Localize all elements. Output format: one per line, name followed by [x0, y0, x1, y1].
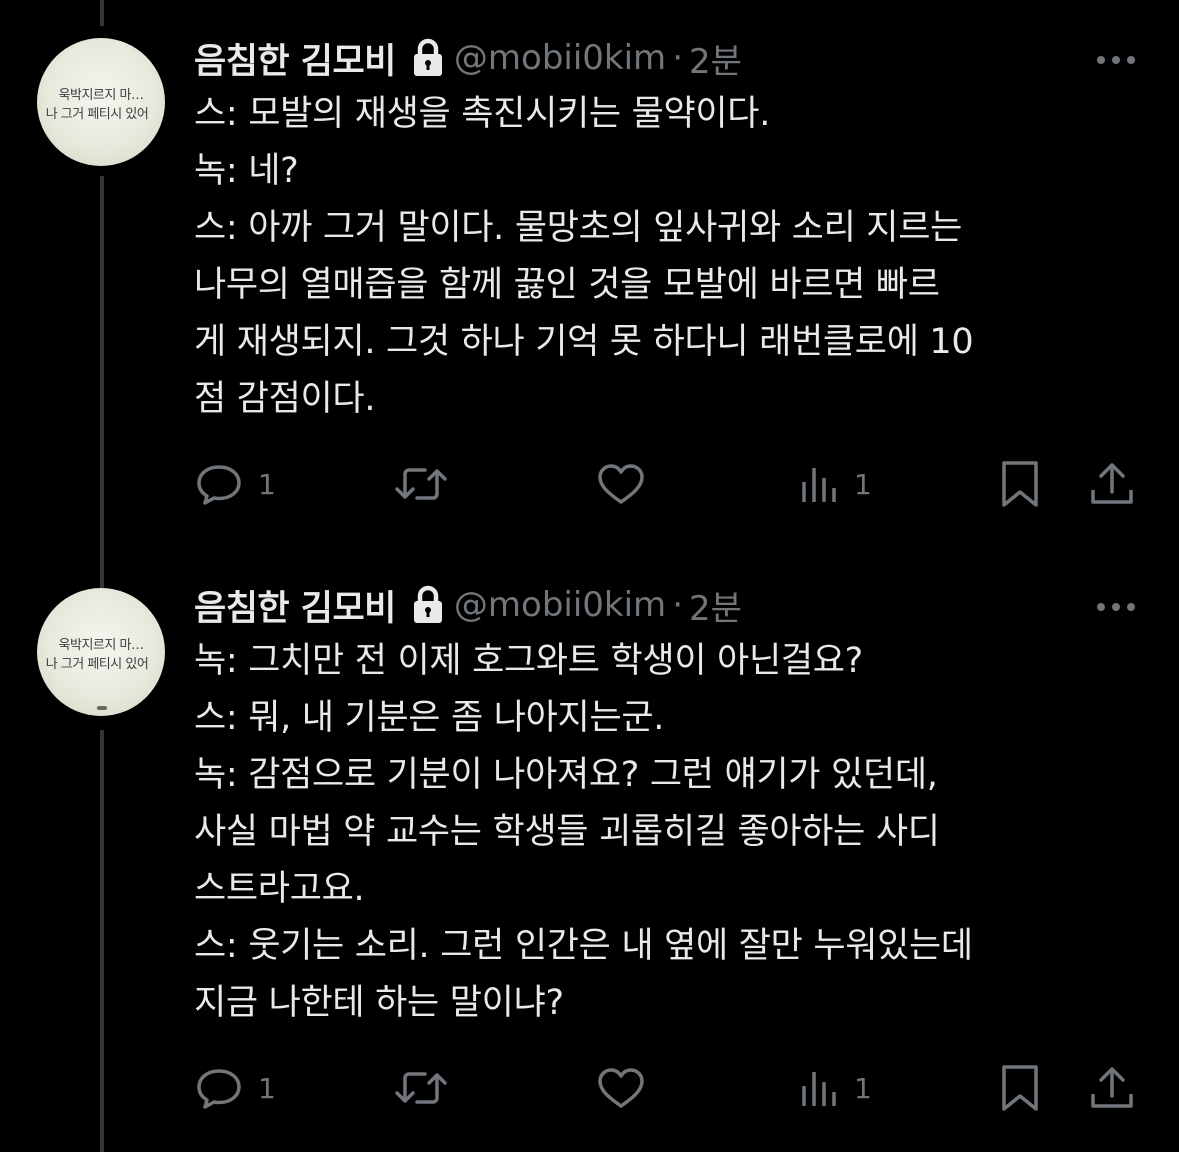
text-line: 스: 웃기는 소리. 그런 인간은 내 옆에 잘만 누워있는데	[194, 926, 973, 966]
display-name[interactable]: 음침한 김모비	[194, 580, 396, 631]
text-line: 스: 아까 그거 말이다. 물망초의 잎사귀와 소리 지르는	[194, 208, 962, 248]
retweet-button[interactable]	[393, 1058, 449, 1118]
avatar[interactable]: 욱박지르지 마… 나 그거 페티시 있어	[37, 588, 165, 716]
share-button[interactable]	[1088, 1058, 1136, 1118]
tweet-text: 스: 모발의 재생을 촉진시키는 물약이다. 녹: 네? 스: 아까 그거 말이…	[194, 86, 974, 428]
text-line: 녹: 그치만 전 이제 호그와트 학생이 아닌걸요?	[194, 641, 863, 681]
reply-button[interactable]: 1	[194, 1058, 276, 1118]
reply-count: 1	[258, 1071, 276, 1105]
bookmark-icon	[1000, 1063, 1040, 1113]
reply-button[interactable]: 1	[194, 454, 276, 514]
views-button[interactable]: 1	[800, 454, 872, 514]
views-count: 1	[854, 467, 872, 501]
text-line: 녹: 감점으로 기분이 나아져요? 그런 얘기가 있던데,	[194, 755, 938, 795]
avatar-caption-line1: 욱박지르지 마…	[58, 638, 144, 653]
avatar-caption-line1: 욱박지르지 마…	[58, 88, 144, 103]
share-icon	[1088, 460, 1136, 508]
handle[interactable]: @mobii0kim	[454, 38, 666, 78]
avatar[interactable]: 욱박지르지 마… 나 그거 페티시 있어	[37, 38, 165, 166]
action-bar: 1 1	[0, 454, 1179, 514]
bookmark-button[interactable]	[1000, 454, 1040, 514]
like-button[interactable]	[596, 454, 646, 514]
share-button[interactable]	[1088, 454, 1136, 514]
retweet-icon	[393, 1066, 449, 1110]
lock-icon	[410, 36, 446, 80]
tweet-header: 음침한 김모비 @mobii0kim · 2분	[194, 33, 742, 83]
retweet-icon	[393, 462, 449, 506]
text-line: 스: 뭐, 내 기분은 좀 나아지는군.	[194, 698, 665, 738]
bookmark-icon	[1000, 459, 1040, 509]
more-horizontal-icon[interactable]	[1094, 52, 1138, 66]
reply-icon	[194, 462, 244, 506]
display-name[interactable]: 음침한 김모비	[194, 33, 396, 84]
text-line: 사실 마법 약 교수는 학생들 괴롭히길 좋아하는 사디	[194, 812, 940, 852]
heart-icon	[596, 1066, 646, 1110]
tweet-2[interactable]: 욱박지르지 마… 나 그거 페티시 있어 음침한 김모비 @mobii0kim …	[0, 560, 1179, 1152]
tweet-header: 음침한 김모비 @mobii0kim · 2분	[194, 580, 742, 630]
more-horizontal-icon[interactable]	[1094, 599, 1138, 613]
text-line: 지금 나한테 하는 말이냐?	[194, 983, 564, 1023]
text-line: 스: 모발의 재생을 촉진시키는 물약이다.	[194, 94, 771, 134]
views-button[interactable]: 1	[800, 1058, 872, 1118]
tweet-text: 녹: 그치만 전 이제 호그와트 학생이 아닌걸요? 스: 뭐, 내 기분은 좀…	[194, 633, 973, 1032]
share-icon	[1088, 1064, 1136, 1112]
views-count: 1	[854, 1071, 872, 1105]
views-icon	[800, 1066, 840, 1110]
heart-icon	[596, 462, 646, 506]
text-line: 게 재생되지. 그것 하나 기억 못 하다니 래번클로에 10	[194, 322, 974, 362]
views-icon	[800, 462, 840, 506]
tweet-1[interactable]: 욱박지르지 마… 나 그거 페티시 있어 음침한 김모비 @mobii0kim …	[0, 0, 1179, 560]
reply-icon	[194, 1066, 244, 1110]
retweet-button[interactable]	[393, 454, 449, 514]
text-line: 녹: 네?	[194, 151, 299, 191]
action-bar: 1 1	[0, 1058, 1179, 1118]
text-line: 스트라고요.	[194, 869, 365, 909]
bookmark-button[interactable]	[1000, 1058, 1040, 1118]
timestamp[interactable]: 2분	[689, 581, 742, 630]
text-line: 점 감점이다.	[194, 379, 376, 419]
separator-dot: ·	[672, 38, 683, 78]
separator-dot: ·	[672, 585, 683, 625]
avatar-mark	[97, 706, 107, 710]
lock-icon	[410, 583, 446, 627]
avatar-caption-line2: 나 그거 페티시 있어	[45, 657, 149, 672]
like-button[interactable]	[596, 1058, 646, 1118]
handle[interactable]: @mobii0kim	[454, 585, 666, 625]
reply-count: 1	[258, 467, 276, 501]
avatar-caption-line2: 나 그거 페티시 있어	[45, 107, 149, 122]
timestamp[interactable]: 2분	[689, 34, 742, 83]
text-line: 나무의 열매즙을 함께 끓인 것을 모발에 바르면 빠르	[194, 265, 940, 305]
